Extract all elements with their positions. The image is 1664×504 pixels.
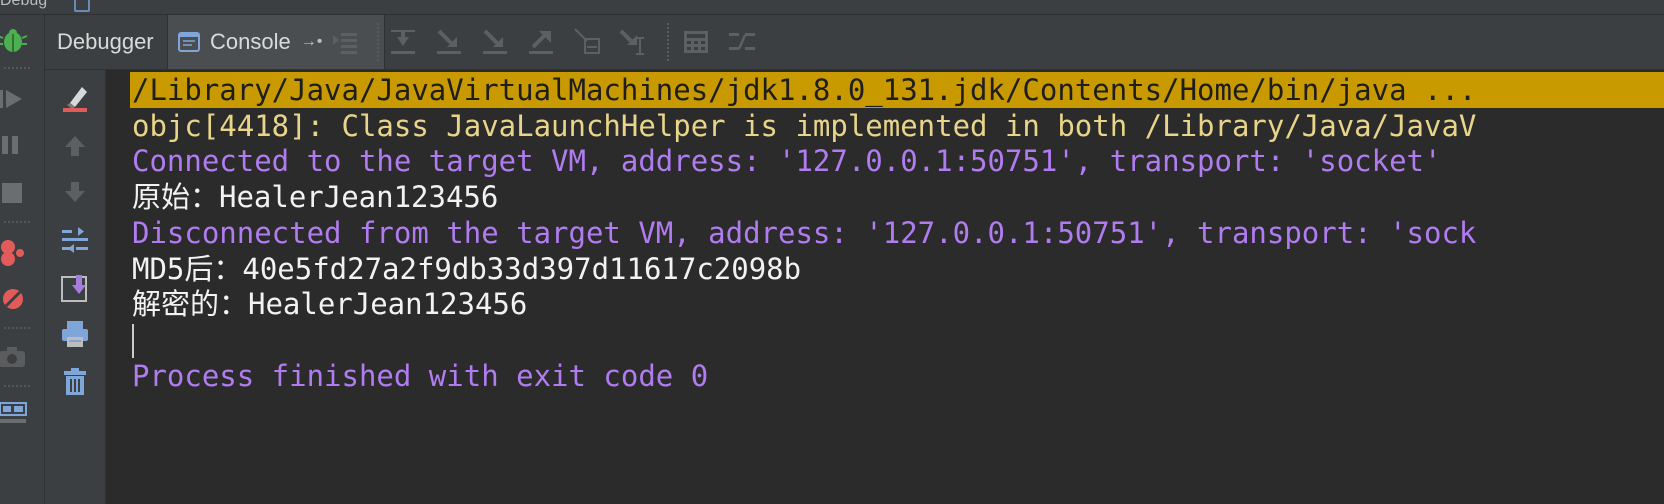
console-side-toolbar <box>45 70 106 504</box>
console-line-decrypted: 解密的：HealerJean123456 <box>132 287 528 321</box>
debug-title-fragment: Debug <box>0 0 48 9</box>
debug-tool-window: Debug Debugger Console →• /Library/Java/… <box>0 0 1664 504</box>
tab-debugger-label: Debugger <box>57 29 154 54</box>
console-line-disconnected: Disconnected from the target VM, address… <box>132 216 1477 250</box>
show-execution-point-icon[interactable] <box>331 27 361 57</box>
mute-breakpoints-icon[interactable] <box>0 279 36 319</box>
get-thread-dump-icon[interactable] <box>0 337 36 377</box>
down-arrow-icon[interactable] <box>45 172 105 212</box>
force-step-into-icon[interactable] <box>481 27 511 57</box>
tab-debugger[interactable]: Debugger <box>45 15 175 69</box>
toolbar-separator <box>377 23 379 61</box>
evaluate-expression-icon[interactable] <box>681 27 711 57</box>
toolbar-separator <box>4 385 30 387</box>
toolbar-separator <box>4 327 30 329</box>
debug-left-toolbar <box>0 15 45 504</box>
debug-tab-bar: Debugger Console →• <box>45 15 1664 70</box>
console-line-process-finished: Process finished with exit code 0 <box>132 359 709 393</box>
tab-console-label: Console <box>210 29 291 54</box>
console-output[interactable]: /Library/Java/JavaVirtualMachines/jdk1.8… <box>106 70 1664 504</box>
pin-tab-icon[interactable]: →• <box>301 33 323 51</box>
toolbar-separator <box>4 221 30 223</box>
step-into-icon[interactable] <box>435 27 465 57</box>
drop-frame-icon[interactable] <box>573 27 603 57</box>
console-line-md5: MD5后：40e5fd27a2f9db33d397d11617c2098b <box>132 252 802 286</box>
run-to-cursor-icon[interactable] <box>619 27 649 57</box>
print-icon[interactable] <box>45 314 105 354</box>
step-over-icon[interactable] <box>389 27 419 57</box>
clear-all-icon[interactable] <box>45 78 105 118</box>
debug-bug-icon[interactable] <box>0 21 36 61</box>
console-tab-icon-fragment <box>74 0 90 12</box>
pause-program-icon[interactable] <box>0 125 36 165</box>
text-cursor <box>132 324 134 358</box>
debug-title-strip: Debug <box>0 0 1664 15</box>
console-line-connected: Connected to the target VM, address: '12… <box>132 144 1442 178</box>
resume-program-icon[interactable] <box>0 79 36 119</box>
stop-icon[interactable] <box>0 173 36 213</box>
trash-icon[interactable] <box>45 362 105 402</box>
toolbar-separator <box>667 23 669 61</box>
toolbar-separator <box>4 67 30 69</box>
view-breakpoints-icon[interactable] <box>0 233 36 273</box>
scroll-to-end-icon[interactable] <box>45 268 105 308</box>
step-out-icon[interactable] <box>527 27 557 57</box>
console-line-warning: objc[4418]: Class JavaLaunchHelper is im… <box>132 109 1477 143</box>
trace-icon[interactable] <box>727 27 757 57</box>
console-line-original: 原始：HealerJean123456 <box>132 180 499 214</box>
console-icon <box>178 32 200 52</box>
soft-wrap-icon[interactable] <box>45 220 105 260</box>
up-arrow-icon[interactable] <box>45 126 105 166</box>
restore-layout-icon[interactable] <box>0 393 36 433</box>
console-line-command: /Library/Java/JavaVirtualMachines/jdk1.8… <box>130 72 1664 108</box>
